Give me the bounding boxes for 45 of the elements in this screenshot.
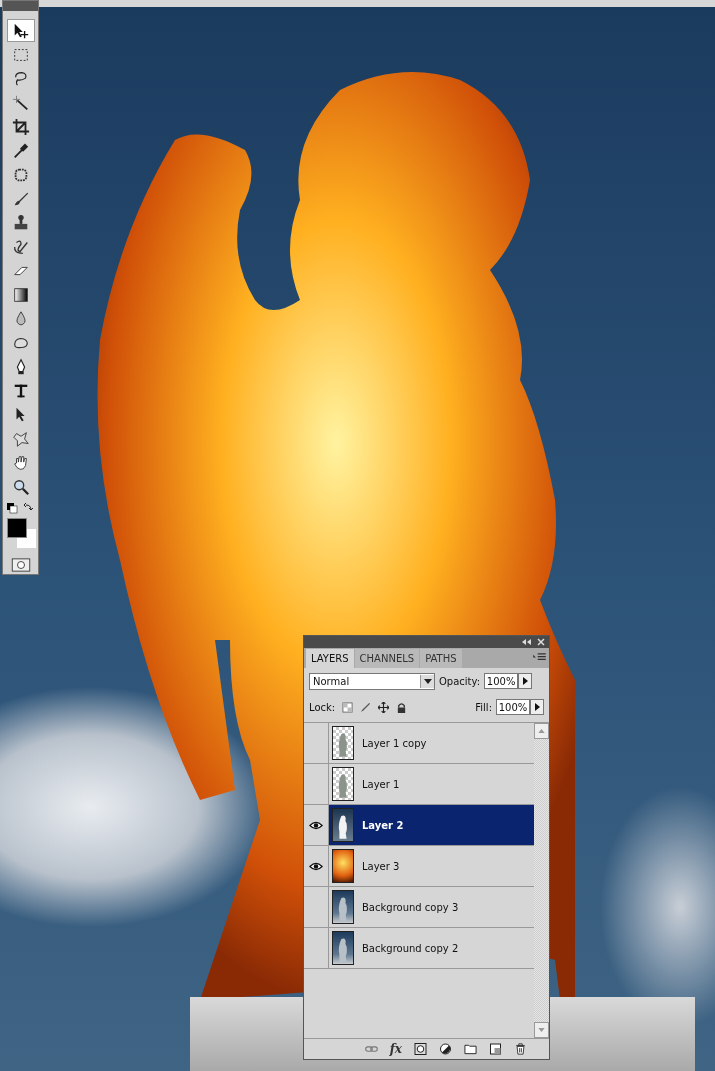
opacity-slider-button[interactable] [518, 673, 533, 689]
layer-row[interactable]: Layer 2 [329, 805, 534, 845]
triangle-right-icon [534, 703, 540, 711]
layer-row[interactable]: Layer 3 [329, 846, 534, 886]
move-tool-icon[interactable] [6, 19, 35, 42]
opacity-label: Opacity: [439, 675, 481, 687]
layer-row[interactable]: Layer 1 [329, 764, 534, 804]
color-swatches[interactable] [4, 518, 37, 550]
blend-mode-dropdown[interactable]: Normal [309, 672, 435, 690]
layer-thumbnail [332, 808, 354, 842]
panel-menu-icon[interactable] [533, 653, 546, 662]
padlock-icon[interactable] [396, 701, 408, 713]
lock-transparency-icon[interactable] [342, 701, 354, 713]
layer-mask-icon[interactable] [414, 1043, 427, 1055]
eye-icon [309, 861, 323, 871]
lock-label: Lock: [309, 701, 336, 713]
new-layer-icon[interactable] [489, 1043, 502, 1055]
panel-tab[interactable]: PATHS [420, 649, 462, 668]
adjustment-layer-icon[interactable] [439, 1043, 452, 1055]
trash-icon[interactable] [514, 1043, 527, 1055]
link-icon[interactable] [364, 1043, 378, 1055]
layer-thumbnail [332, 726, 354, 760]
layer-row[interactable]: Background copy 2 [329, 928, 534, 968]
layer-thumbnail [332, 890, 354, 924]
opacity-field[interactable]: 100% [484, 673, 519, 689]
layer-thumbnail [332, 931, 354, 965]
panel-title-bar [3, 1, 38, 11]
layer-thumbnail [332, 767, 354, 801]
quick-mask-icon[interactable] [10, 558, 31, 572]
panel-tab[interactable]: CHANNELS [354, 649, 420, 668]
dropdown-arrow-icon [423, 678, 432, 684]
layer-thumbnail [332, 849, 354, 883]
layer-row[interactable]: Layer 1 copy [329, 723, 534, 763]
fill-label: Fill: [475, 701, 492, 713]
folder-icon[interactable] [464, 1043, 477, 1055]
layer-row[interactable]: Background copy 3 [329, 887, 534, 927]
triangle-right-icon [522, 677, 528, 685]
collapse-icon[interactable] [521, 638, 545, 646]
panel-tab[interactable]: LAYERS [306, 649, 354, 668]
eye-icon [309, 820, 323, 830]
fill-field[interactable]: 100% [496, 699, 530, 715]
fill-slider-button[interactable] [530, 699, 544, 715]
default-colors-icon[interactable] [5, 502, 36, 514]
layer-style-button[interactable]: fx [389, 1042, 402, 1056]
move-icon[interactable] [378, 701, 390, 713]
